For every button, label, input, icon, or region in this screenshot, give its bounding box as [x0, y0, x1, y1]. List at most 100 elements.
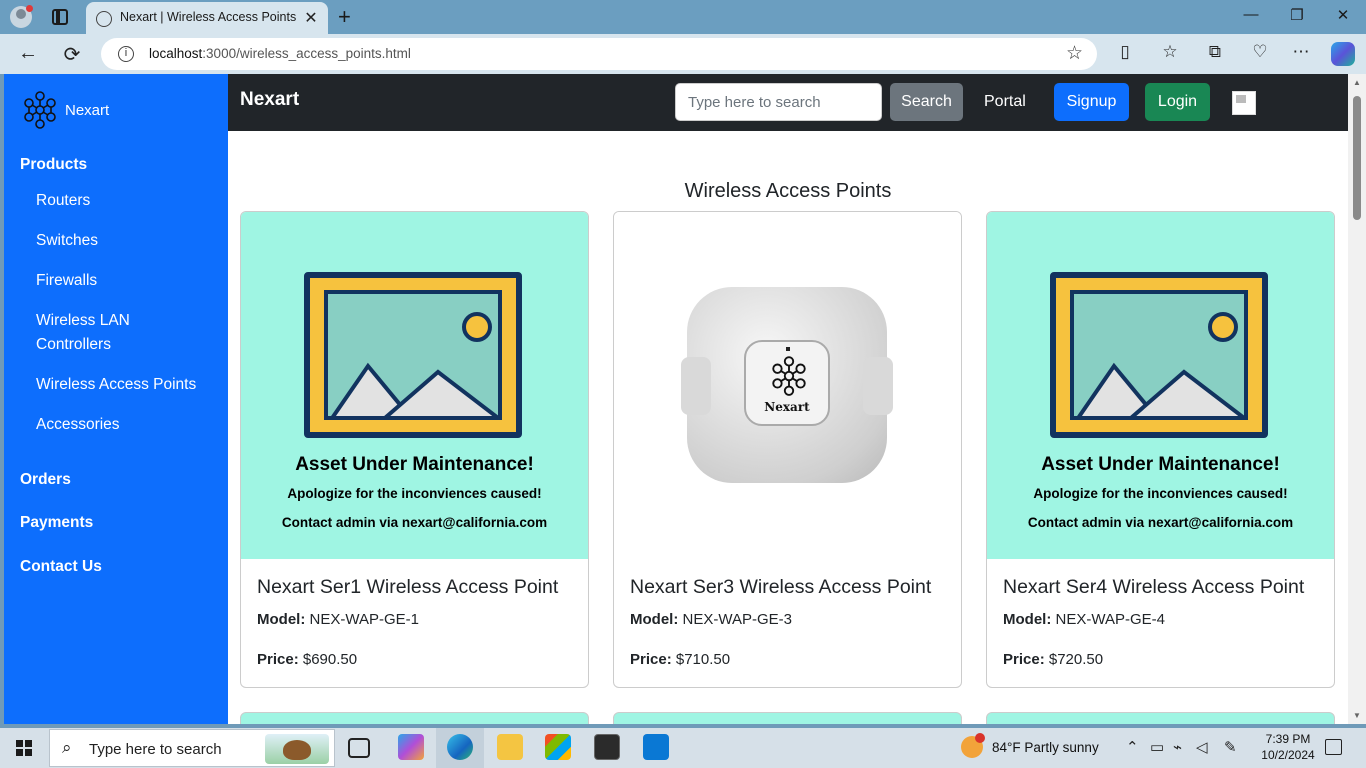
- picture-placeholder-icon: [304, 272, 522, 438]
- taskbar-clock[interactable]: 7:39 PM 10/2/2024: [1258, 731, 1318, 763]
- sidebar-item-wireless-access-points[interactable]: Wireless Access Points: [36, 373, 216, 397]
- product-card[interactable]: Asset Under Maintenance! Apologize for t…: [986, 211, 1335, 688]
- window-restore-button[interactable]: ❐: [1282, 6, 1312, 24]
- product-name: Nexart Ser3 Wireless Access Point: [630, 576, 932, 598]
- sidebar-brand-name: Nexart: [65, 101, 110, 119]
- tab-close-icon[interactable]: ✕: [302, 8, 320, 28]
- refresh-icon[interactable]: ⟳: [59, 42, 85, 67]
- product-card-partial[interactable]: [986, 712, 1335, 724]
- taskbar-search-box[interactable]: ⌕ Type here to search: [49, 729, 335, 767]
- product-card[interactable]: Nexart Nexart Ser3 Wireless Access Point…: [613, 211, 962, 688]
- sidebar-item-routers[interactable]: Routers: [36, 189, 216, 213]
- sidebar-item-orders[interactable]: Orders: [20, 471, 71, 489]
- sidebar-item-switches[interactable]: Switches: [36, 229, 216, 253]
- windows-start-icon[interactable]: [16, 740, 32, 756]
- profile-image-broken-icon[interactable]: [1232, 91, 1256, 115]
- product-price: Price: $690.50: [257, 651, 358, 668]
- product-model: Model: NEX-WAP-GE-1: [257, 611, 419, 628]
- network-icon[interactable]: ⌁: [1173, 738, 1182, 756]
- browser-essentials-icon[interactable]: ♡: [1247, 42, 1273, 62]
- window-close-button[interactable]: ✕: [1328, 6, 1358, 24]
- device-label: Nexart: [764, 400, 810, 414]
- file-explorer-icon[interactable]: [497, 734, 523, 760]
- tab-actions-icon[interactable]: [52, 9, 68, 25]
- vscode-icon[interactable]: [643, 734, 669, 760]
- maintenance-contact: Contact admin via nexart@california.com: [281, 515, 548, 530]
- site-info-icon[interactable]: i: [118, 46, 134, 62]
- page-scrollbar[interactable]: ▲ ▼: [1348, 74, 1366, 724]
- maintenance-heading: Asset Under Maintenance!: [295, 454, 534, 475]
- taskbar-search-placeholder: Type here to search: [89, 741, 222, 758]
- signup-button[interactable]: Signup: [1054, 83, 1129, 121]
- access-point-device-image: Nexart: [681, 287, 893, 483]
- browser-titlebar: Nexart | Wireless Access Points ✕ + — ❐ …: [0, 0, 1366, 34]
- navbar-brand[interactable]: Nexart: [240, 89, 299, 111]
- copilot-app-icon[interactable]: [398, 734, 424, 760]
- weather-status[interactable]: 84°F Partly sunny: [992, 740, 1099, 755]
- sidebar-item-contact-us[interactable]: Contact Us: [20, 558, 102, 576]
- maintenance-image: Asset Under Maintenance! Apologize for t…: [241, 212, 588, 559]
- product-card-partial[interactable]: [240, 712, 589, 724]
- product-name: Nexart Ser1 Wireless Access Point: [257, 576, 559, 598]
- maintenance-contact: Contact admin via nexart@california.com: [1027, 515, 1294, 530]
- product-model: Model: NEX-WAP-GE-3: [630, 611, 792, 628]
- battery-icon[interactable]: ▭: [1150, 738, 1164, 756]
- tab-favicon-icon: [96, 11, 112, 27]
- nexart-logo-icon: [772, 356, 806, 396]
- task-view-icon[interactable]: [348, 738, 370, 758]
- taskbar: ⌕ Type here to search 84°F Partly sunny …: [0, 728, 1366, 768]
- maintenance-apology: Apologize for the inconviences caused!: [1033, 486, 1288, 501]
- tab-title: Nexart | Wireless Access Points: [120, 10, 297, 24]
- pen-menu-icon[interactable]: ✎: [1224, 738, 1237, 756]
- edge-browser-icon[interactable]: [447, 734, 473, 760]
- volume-icon[interactable]: ◁: [1196, 738, 1208, 756]
- clock-time: 7:39 PM: [1265, 732, 1311, 746]
- login-button[interactable]: Login: [1145, 83, 1210, 121]
- search-highlight-image: [265, 734, 329, 764]
- window-minimize-button[interactable]: —: [1236, 6, 1266, 23]
- microsoft-store-icon[interactable]: [545, 734, 571, 760]
- sidebar: Nexart Products Routers Switches Firewal…: [4, 74, 228, 724]
- address-bar[interactable]: i localhost:3000/wireless_access_points.…: [101, 38, 1097, 70]
- sidebar-item-payments[interactable]: Payments: [20, 514, 93, 532]
- product-card[interactable]: Asset Under Maintenance! Apologize for t…: [240, 211, 589, 688]
- sidebar-item-products[interactable]: Products: [20, 156, 87, 174]
- search-input[interactable]: [675, 83, 882, 121]
- collections-icon[interactable]: ⧉: [1202, 42, 1228, 62]
- back-arrow-icon[interactable]: ←: [15, 42, 41, 65]
- product-image: Nexart: [614, 212, 961, 559]
- profile-notification-dot: [26, 5, 33, 12]
- favorite-star-icon[interactable]: ☆: [1066, 42, 1083, 65]
- scroll-up-icon[interactable]: ▲: [1353, 78, 1361, 87]
- portal-link[interactable]: Portal: [984, 93, 1026, 111]
- maintenance-image: Asset Under Maintenance! Apologize for t…: [987, 212, 1334, 559]
- clock-date: 10/2/2024: [1261, 748, 1315, 762]
- main-content: Nexart Search Portal Signup Login Wirele…: [228, 74, 1348, 724]
- favorites-icon[interactable]: ☆: [1157, 42, 1183, 62]
- sidebar-item-accessories[interactable]: Accessories: [36, 413, 216, 437]
- terminal-icon[interactable]: [594, 734, 620, 760]
- product-price: Price: $720.50: [1003, 651, 1104, 668]
- product-model: Model: NEX-WAP-GE-4: [1003, 611, 1165, 628]
- product-card-partial[interactable]: [613, 712, 962, 724]
- sidebar-item-wireless-lan-controllers[interactable]: Wireless LAN Controllers: [36, 309, 156, 357]
- browser-tab-active[interactable]: Nexart | Wireless Access Points ✕: [86, 2, 328, 34]
- maintenance-apology: Apologize for the inconviences caused!: [287, 486, 542, 501]
- more-menu-icon[interactable]: ⋯: [1288, 42, 1314, 62]
- top-navbar: Nexart Search Portal Signup Login: [228, 74, 1348, 131]
- product-price: Price: $710.50: [630, 651, 731, 668]
- new-tab-button[interactable]: +: [338, 4, 351, 30]
- scroll-down-icon[interactable]: ▼: [1353, 711, 1361, 720]
- sidebar-brand[interactable]: Nexart: [20, 90, 109, 130]
- show-hidden-icons-chevron-icon[interactable]: ⌃: [1126, 738, 1139, 756]
- search-button[interactable]: Search: [890, 83, 963, 121]
- notification-center-icon[interactable]: [1325, 739, 1342, 755]
- url-text[interactable]: localhost:3000/wireless_access_points.ht…: [149, 46, 411, 61]
- weather-alert-badge: [975, 733, 985, 743]
- browser-toolbar: ← ⟳ i localhost:3000/wireless_access_poi…: [0, 34, 1366, 74]
- scrollbar-thumb[interactable]: [1353, 96, 1361, 220]
- split-screen-icon[interactable]: ▯: [1112, 42, 1138, 62]
- maintenance-heading: Asset Under Maintenance!: [1041, 454, 1280, 475]
- sidebar-item-firewalls[interactable]: Firewalls: [36, 269, 216, 293]
- copilot-icon[interactable]: [1331, 42, 1355, 66]
